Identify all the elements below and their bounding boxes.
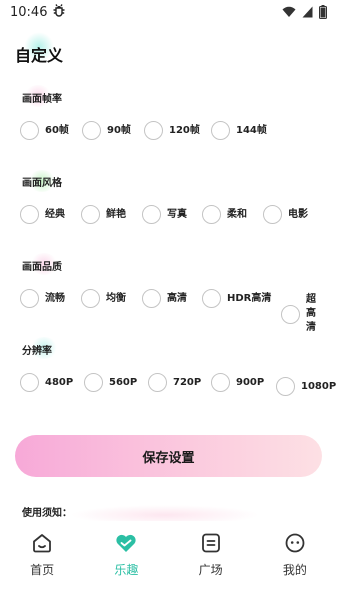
option-label: 写真 (167, 208, 187, 220)
quality-option-balanced[interactable]: 均衡 (81, 289, 126, 308)
style-label: 画面风格 (22, 178, 62, 189)
quality-option-hd[interactable]: 高清 (142, 289, 187, 308)
status-bar: 10:46 (0, 0, 337, 24)
resolution-label: 分辨率 (22, 346, 52, 357)
option-label: 电影 (288, 208, 308, 220)
option-label: 均衡 (106, 292, 126, 304)
resolution-option-900p[interactable]: 900P (211, 373, 264, 392)
style-option-soft[interactable]: 柔和 (202, 205, 247, 224)
tab-fun[interactable]: 乐趣 (84, 521, 168, 600)
resolution-option-480p[interactable]: 480P (20, 373, 73, 392)
tab-label: 我的 (282, 563, 307, 577)
option-label: 560P (109, 376, 138, 388)
profile-face-icon (283, 531, 307, 555)
radio-button[interactable] (81, 205, 100, 224)
radio-button[interactable] (142, 205, 161, 224)
radio-button[interactable] (202, 205, 221, 224)
radio-button[interactable] (211, 121, 230, 140)
radio-button[interactable] (281, 304, 300, 324)
style-option-film[interactable]: 电影 (263, 205, 308, 224)
home-icon (30, 531, 54, 555)
tab-label: 乐趣 (114, 563, 139, 577)
cell-signal-icon (302, 6, 313, 18)
radio-button[interactable] (81, 289, 100, 308)
option-label: 90帧 (107, 124, 131, 136)
radio-button[interactable] (263, 205, 282, 224)
tab-home[interactable]: 首页 (0, 521, 84, 600)
wifi-icon (282, 6, 296, 18)
resolution-option-1080p[interactable]: 1080P (276, 377, 337, 396)
radio-button[interactable] (202, 289, 221, 308)
option-label: 120帧 (169, 124, 200, 136)
radio-button[interactable] (20, 289, 39, 308)
radio-button[interactable] (20, 205, 39, 224)
page-title: 自定义 (15, 46, 64, 65)
frame-rate-label: 画面帧率 (22, 94, 62, 105)
style-option-portrait[interactable]: 写真 (142, 205, 187, 224)
option-label: 超高清 (306, 294, 316, 333)
option-label: 900P (236, 376, 265, 388)
square-list-icon (199, 531, 223, 555)
option-label: 鲜艳 (106, 208, 126, 220)
bottom-tab-bar: 首页 乐趣 广场 我的 (0, 521, 337, 600)
radio-button[interactable] (276, 377, 295, 396)
radio-button[interactable] (211, 373, 230, 392)
option-label: HDR高清 (227, 292, 272, 304)
resolution-option-560p[interactable]: 560P (84, 373, 137, 392)
radio-button[interactable] (142, 289, 161, 308)
bug-icon (53, 4, 65, 20)
frame-rate-option-120[interactable]: 120帧 (144, 121, 200, 140)
radio-button[interactable] (20, 373, 39, 392)
tab-mine[interactable]: 我的 (253, 521, 337, 600)
option-label: 流畅 (45, 292, 65, 304)
frame-rate-option-60[interactable]: 60帧 (20, 121, 69, 140)
battery-icon (319, 5, 327, 19)
radio-button[interactable] (148, 373, 167, 392)
tab-label: 广场 (198, 563, 223, 577)
option-label: 720P (173, 376, 202, 388)
resolution-option-720p[interactable]: 720P (148, 373, 201, 392)
option-label: 高清 (167, 292, 187, 304)
radio-button[interactable] (144, 121, 163, 140)
tab-label: 首页 (30, 563, 55, 577)
option-label: 144帧 (236, 124, 267, 136)
radio-button[interactable] (20, 121, 39, 140)
option-label: 经典 (45, 208, 65, 220)
option-label: 柔和 (227, 208, 247, 220)
usage-notice-label: 使用须知： (22, 508, 72, 519)
quality-label: 画面品质 (22, 262, 62, 273)
quality-option-smooth[interactable]: 流畅 (20, 289, 65, 308)
tab-square[interactable]: 广场 (169, 521, 253, 600)
option-label: 480P (45, 376, 74, 388)
quality-option-ultra-hd[interactable]: 超高清 (281, 293, 320, 335)
frame-rate-option-90[interactable]: 90帧 (82, 121, 131, 140)
radio-button[interactable] (84, 373, 103, 392)
style-option-vivid[interactable]: 鲜艳 (81, 205, 126, 224)
heart-icon (114, 531, 138, 555)
style-option-classic[interactable]: 经典 (20, 205, 65, 224)
frame-rate-option-144[interactable]: 144帧 (211, 121, 267, 140)
option-label: 60帧 (45, 124, 69, 136)
save-settings-button[interactable]: 保存设置 (15, 435, 322, 477)
radio-button[interactable] (82, 121, 101, 140)
option-label: 1080P (301, 380, 337, 392)
status-time: 10:46 (10, 4, 48, 20)
quality-option-hdr[interactable]: HDR高清 (202, 289, 271, 308)
